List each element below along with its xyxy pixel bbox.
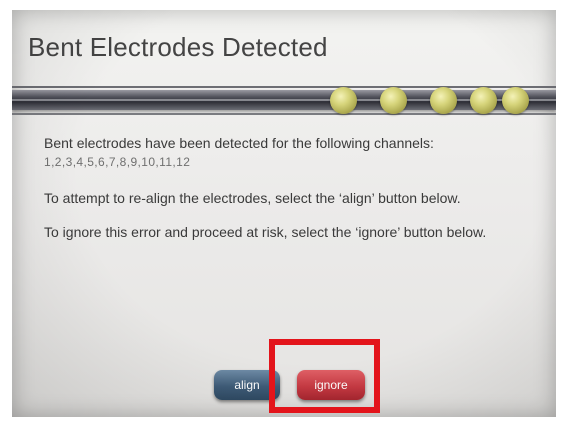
message-align-instructions: To attempt to re-align the electrodes, s… <box>44 190 461 206</box>
step-progress-indicator <box>330 87 540 115</box>
channel-list: 1,2,3,4,5,6,7,8,9,10,11,12 <box>44 155 191 169</box>
message-ignore-instructions: To ignore this error and proceed at risk… <box>44 224 487 240</box>
dialog-message: Bent electrodes have been detected for t… <box>44 135 544 241</box>
step-dot-2 <box>380 87 407 114</box>
step-dot-5 <box>502 87 529 114</box>
message-detected-text: Bent electrodes have been detected for t… <box>44 135 434 151</box>
step-dot-1 <box>330 87 357 114</box>
dialog-title: Bent Electrodes Detected <box>28 32 328 62</box>
photo-frame: Bent Electrodes Detected Bent electrodes… <box>0 0 568 427</box>
step-dot-3 <box>430 87 457 114</box>
step-dot-4 <box>470 87 497 114</box>
highlight-annotation-box <box>269 339 380 413</box>
